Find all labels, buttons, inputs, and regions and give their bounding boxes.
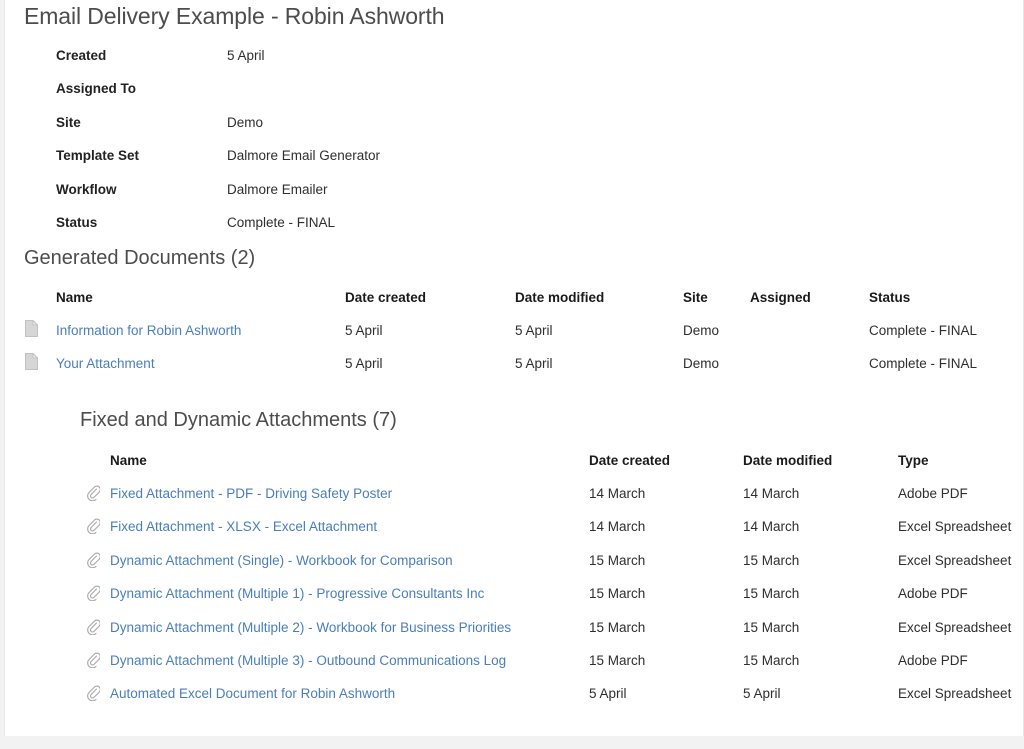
metadata-label: Workflow [56, 181, 117, 197]
metadata-row: Status Complete - FINAL [5, 215, 1023, 248]
metadata-label: Site [56, 114, 81, 130]
document-icon [25, 319, 39, 337]
table-header-row: Name Date created Date modified Site Ass… [5, 290, 1023, 323]
column-header-date-modified: Date modified [515, 290, 605, 305]
content-card: Email Delivery Example - Robin Ashworth … [4, 0, 1024, 736]
document-name-link[interactable]: Information for Robin Ashworth [56, 323, 241, 338]
paperclip-icon [86, 518, 101, 535]
cell-date-created: 15 March [589, 586, 646, 602]
table-header-row: Name Date created Date modified Type [5, 453, 1023, 486]
table-row[interactable]: Fixed Attachment - PDF - Driving Safety … [5, 485, 1023, 519]
attachment-name-link[interactable]: Automated Excel Document for Robin Ashwo… [110, 686, 395, 701]
cell-date-created: 5 April [345, 323, 383, 338]
cell-type: Excel Spreadsheet [898, 519, 1012, 535]
cell-date-created: 5 April [589, 686, 627, 702]
table-row[interactable]: Fixed Attachment - XLSX - Excel Attachme… [5, 518, 1023, 552]
document-icon [25, 352, 39, 371]
document-name-link[interactable]: Your Attachment [56, 356, 155, 371]
attachment-name-link[interactable]: Dynamic Attachment (Multiple 3) - Outbou… [110, 653, 506, 668]
table-row[interactable]: Automated Excel Document for Robin Ashwo… [5, 685, 1023, 719]
cell-site: Demo [683, 356, 720, 372]
attachments-heading: Fixed and Dynamic Attachments (7) [80, 409, 397, 431]
table-row[interactable]: Dynamic Attachment (Multiple 3) - Outbou… [5, 652, 1023, 686]
table-row[interactable]: Dynamic Attachment (Single) - Workbook f… [5, 552, 1023, 586]
metadata-value: Demo [227, 114, 264, 130]
paperclip-icon [86, 619, 101, 635]
cell-date-modified: 15 March [743, 586, 800, 602]
cell-date-modified: 15 March [743, 652, 800, 668]
cell-type: Excel Spreadsheet [898, 619, 1012, 635]
metadata-row: Template Set Dalmore Email Generator [5, 148, 1023, 181]
attachment-name-link[interactable]: Dynamic Attachment (Multiple 2) - Workbo… [110, 620, 511, 635]
cell-type: Adobe PDF [898, 486, 968, 501]
metadata-row: Assigned To [5, 81, 1023, 114]
metadata-value: Dalmore Emailer [227, 181, 328, 197]
cell-type: Adobe PDF [898, 586, 968, 602]
generated-documents-heading: Generated Documents (2) [24, 247, 256, 269]
cell-type: Excel Spreadsheet [898, 686, 1012, 702]
table-row[interactable]: Information for Robin Ashworth 5 April 5… [5, 319, 1023, 356]
metadata-label: Created [56, 48, 107, 63]
metadata-label: Status [56, 214, 98, 230]
cell-site: Demo [683, 323, 720, 338]
metadata-value: 5 April [227, 48, 265, 63]
cell-date-created: 15 March [589, 552, 646, 568]
column-header-date-created: Date created [345, 290, 427, 305]
column-header-status: Status [869, 290, 911, 305]
column-header-assigned: Assigned [750, 290, 811, 305]
cell-date-modified: 15 March [743, 552, 800, 568]
cell-date-modified: 5 April [743, 686, 781, 702]
cell-date-created: 15 March [589, 619, 646, 635]
metadata-row: Created 5 April [5, 48, 1023, 81]
column-header-name: Name [56, 290, 93, 305]
attachment-name-link[interactable]: Fixed Attachment - PDF - Driving Safety … [110, 486, 392, 501]
paperclip-icon [86, 652, 101, 669]
table-row[interactable]: Dynamic Attachment (Multiple 2) - Workbo… [5, 619, 1023, 653]
attachment-name-link[interactable]: Dynamic Attachment (Single) - Workbook f… [110, 553, 453, 568]
attachment-name-link[interactable]: Fixed Attachment - XLSX - Excel Attachme… [110, 519, 377, 534]
metadata-row: Workflow Dalmore Emailer [5, 182, 1023, 215]
cell-type: Adobe PDF [898, 652, 968, 668]
cell-date-created: 14 March [589, 486, 646, 501]
column-header-type: Type [898, 453, 929, 468]
cell-date-created: 14 March [589, 519, 646, 535]
metadata-label: Template Set [56, 148, 140, 164]
record-metadata: Created 5 April Assigned To Site Demo Te… [5, 48, 1023, 248]
cell-date-created: 5 April [345, 356, 383, 372]
page-title: Email Delivery Example - Robin Ashworth [24, 3, 445, 29]
cell-date-modified: 5 April [515, 356, 553, 372]
table-row[interactable]: Your Attachment 5 April 5 April Demo Com… [5, 352, 1023, 389]
paperclip-icon [86, 552, 101, 569]
metadata-value: Dalmore Email Generator [227, 148, 381, 164]
metadata-value: Complete - FINAL [227, 214, 336, 230]
column-header-site: Site [683, 290, 708, 305]
cell-date-modified: 14 March [743, 519, 800, 535]
cell-date-modified: 14 March [743, 486, 800, 501]
cell-status: Complete - FINAL [869, 356, 978, 372]
cell-date-modified: 5 April [515, 323, 553, 338]
paperclip-icon [86, 585, 101, 602]
paperclip-icon [86, 485, 101, 502]
paperclip-icon [86, 685, 101, 702]
attachments-table: Name Date created Date modified Type Fix… [5, 453, 1023, 720]
metadata-label: Assigned To [56, 81, 137, 97]
column-header-date-modified: Date modified [743, 453, 833, 468]
cell-date-modified: 15 March [743, 619, 800, 635]
attachment-name-link[interactable]: Dynamic Attachment (Multiple 1) - Progre… [110, 586, 484, 601]
table-row[interactable]: Dynamic Attachment (Multiple 1) - Progre… [5, 585, 1023, 619]
cell-status: Complete - FINAL [869, 323, 978, 338]
cell-type: Excel Spreadsheet [898, 552, 1012, 568]
column-header-name: Name [110, 453, 147, 468]
generated-documents-table: Name Date created Date modified Site Ass… [5, 290, 1023, 390]
metadata-row: Site Demo [5, 115, 1023, 148]
column-header-date-created: Date created [589, 453, 671, 468]
cell-date-created: 15 March [589, 652, 646, 668]
